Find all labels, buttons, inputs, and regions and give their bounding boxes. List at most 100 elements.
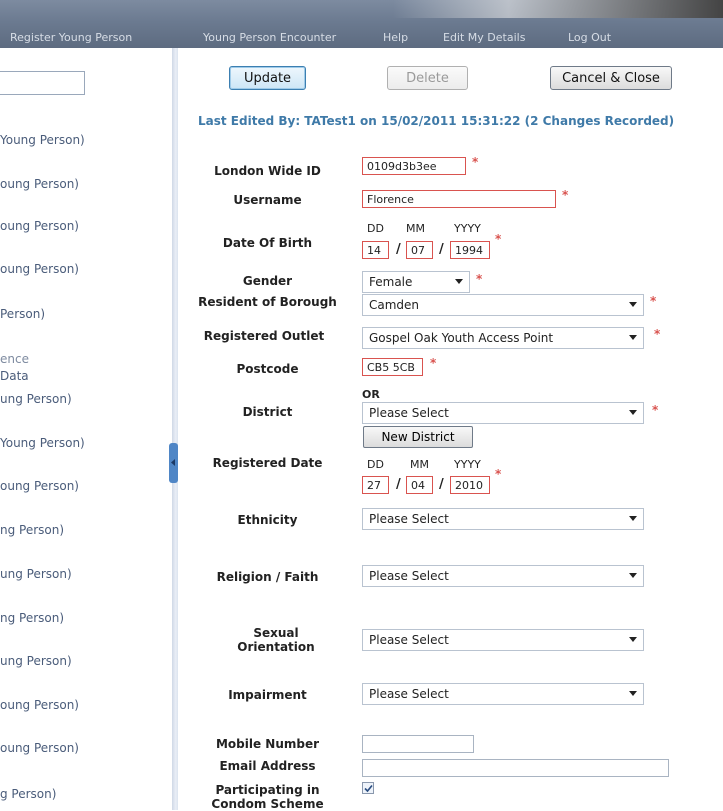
dob-label: Date Of Birth xyxy=(222,236,313,250)
required-marker: * xyxy=(495,467,502,481)
left-panel xyxy=(0,48,172,810)
nav-help[interactable]: Help xyxy=(383,31,408,44)
dob-year-field[interactable]: 1994 xyxy=(450,241,490,259)
sidebar-link[interactable]: ng Person) xyxy=(0,611,64,625)
orientation-value: Please Select xyxy=(369,633,449,647)
nav-log-out[interactable]: Log Out xyxy=(568,31,611,44)
mobile-label: Mobile Number xyxy=(215,737,320,751)
regdate-yyyy-caption: YYYY xyxy=(454,458,481,471)
sidebar-search-input[interactable] xyxy=(0,71,85,95)
gender-label: Gender xyxy=(242,274,293,288)
dob-day-field[interactable]: 14 xyxy=(362,241,389,259)
district-value: Please Select xyxy=(369,406,449,420)
orientation-label: Sexual Orientation xyxy=(237,626,315,654)
orientation-select[interactable]: Please Select xyxy=(362,629,644,651)
postcode-label: Postcode xyxy=(236,362,299,376)
sidebar-link[interactable]: oung Person) xyxy=(0,219,79,233)
required-marker: * xyxy=(650,294,657,308)
sidebar-link[interactable]: Young Person) xyxy=(0,133,85,147)
sidebar-link[interactable]: g Person) xyxy=(0,787,56,801)
nav-young-person-encounter[interactable]: Young Person Encounter xyxy=(203,31,336,44)
sidebar-link[interactable]: oung Person) xyxy=(0,262,79,276)
required-marker: * xyxy=(654,327,661,341)
top-nav-bar: Register Young Person Young Person Encou… xyxy=(0,0,723,48)
cancel-close-button[interactable]: Cancel & Close xyxy=(550,66,672,90)
chevron-down-icon xyxy=(629,302,637,307)
mobile-number-field[interactable] xyxy=(362,735,474,753)
ethnicity-select[interactable]: Please Select xyxy=(362,508,644,530)
postcode-field[interactable]: CB5 5CB xyxy=(362,358,423,376)
ethnicity-value: Please Select xyxy=(369,512,449,526)
collapse-panel-handle[interactable] xyxy=(169,443,178,483)
london-id-label: London Wide ID xyxy=(214,164,321,178)
or-separator: OR xyxy=(362,388,380,401)
regdate-month-field[interactable]: 04 xyxy=(406,476,433,494)
regdate-dd-caption: DD xyxy=(367,458,384,471)
sidebar-link[interactable]: ng Person) xyxy=(0,523,64,537)
sidebar-link[interactable]: oung Person) xyxy=(0,177,79,191)
dob-yyyy-caption: YYYY xyxy=(454,222,481,235)
username-label: Username xyxy=(233,193,302,207)
required-marker: * xyxy=(472,155,479,169)
regdate-mm-caption: MM xyxy=(410,458,429,471)
required-marker: * xyxy=(652,403,659,417)
sidebar-link[interactable]: Person) xyxy=(0,307,45,321)
sidebar-link[interactable]: Young Person) xyxy=(0,436,85,450)
chevron-down-icon xyxy=(629,691,637,696)
outlet-label: Registered Outlet xyxy=(203,329,325,343)
dob-month-field[interactable]: 07 xyxy=(406,241,433,259)
sidebar-link[interactable]: ung Person) xyxy=(0,567,72,581)
required-marker: * xyxy=(430,356,437,370)
outlet-value: Gospel Oak Youth Access Point xyxy=(369,331,554,345)
date-separator: / xyxy=(396,242,401,257)
impairment-select[interactable]: Please Select xyxy=(362,683,644,705)
resident-borough-select[interactable]: Camden xyxy=(362,294,644,316)
sidebar-link[interactable]: ung Person) xyxy=(0,392,72,406)
religion-value: Please Select xyxy=(369,569,449,583)
delete-button[interactable]: Delete xyxy=(387,66,468,90)
nav-gloss-decoration xyxy=(393,0,723,18)
chevron-down-icon xyxy=(455,279,463,284)
resident-value: Camden xyxy=(369,298,420,312)
condom-scheme-checkbox[interactable] xyxy=(362,782,374,794)
sidebar-link[interactable]: oung Person) xyxy=(0,479,79,493)
sidebar-section-label: ence xyxy=(0,352,29,366)
registered-outlet-select[interactable]: Gospel Oak Youth Access Point xyxy=(362,327,644,349)
condom-scheme-label: Participating in Condom Scheme xyxy=(211,783,324,811)
sidebar-link[interactable]: oung Person) xyxy=(0,698,79,712)
dob-mm-caption: MM xyxy=(406,222,425,235)
ethnicity-label: Ethnicity xyxy=(237,513,298,527)
sidebar-link[interactable]: Data xyxy=(0,369,29,383)
sidebar-link[interactable]: oung Person) xyxy=(0,741,79,755)
regdate-day-field[interactable]: 27 xyxy=(362,476,389,494)
regdate-year-field[interactable]: 2010 xyxy=(450,476,490,494)
religion-select[interactable]: Please Select xyxy=(362,565,644,587)
religion-label: Religion / Faith xyxy=(216,570,319,584)
required-marker: * xyxy=(562,188,569,202)
dob-dd-caption: DD xyxy=(367,222,384,235)
chevron-down-icon xyxy=(629,410,637,415)
required-marker: * xyxy=(495,232,502,246)
district-select[interactable]: Please Select xyxy=(362,402,644,424)
email-address-field[interactable] xyxy=(362,759,669,777)
update-button[interactable]: Update xyxy=(229,66,306,90)
district-label: District xyxy=(242,405,293,419)
checkmark-icon xyxy=(364,784,373,793)
chevron-down-icon xyxy=(629,573,637,578)
last-edited-info: Last Edited By: TATest1 on 15/02/2011 15… xyxy=(198,114,675,128)
new-district-button[interactable]: New District xyxy=(363,426,473,448)
registered-date-label: Registered Date xyxy=(212,456,323,470)
date-separator: / xyxy=(439,477,444,492)
sidebar-link[interactable]: ung Person) xyxy=(0,654,72,668)
impairment-value: Please Select xyxy=(369,687,449,701)
chevron-down-icon xyxy=(629,637,637,642)
gender-select[interactable]: Female xyxy=(362,271,470,293)
username-field[interactable]: Florence xyxy=(362,190,556,208)
chevron-down-icon xyxy=(629,335,637,340)
nav-edit-my-details[interactable]: Edit My Details xyxy=(443,31,525,44)
nav-register-young-person[interactable]: Register Young Person xyxy=(10,31,132,44)
panel-divider[interactable] xyxy=(172,48,178,810)
date-separator: / xyxy=(396,477,401,492)
london-id-field[interactable]: 0109d3b3ee xyxy=(362,157,466,175)
gender-value: Female xyxy=(369,275,413,289)
